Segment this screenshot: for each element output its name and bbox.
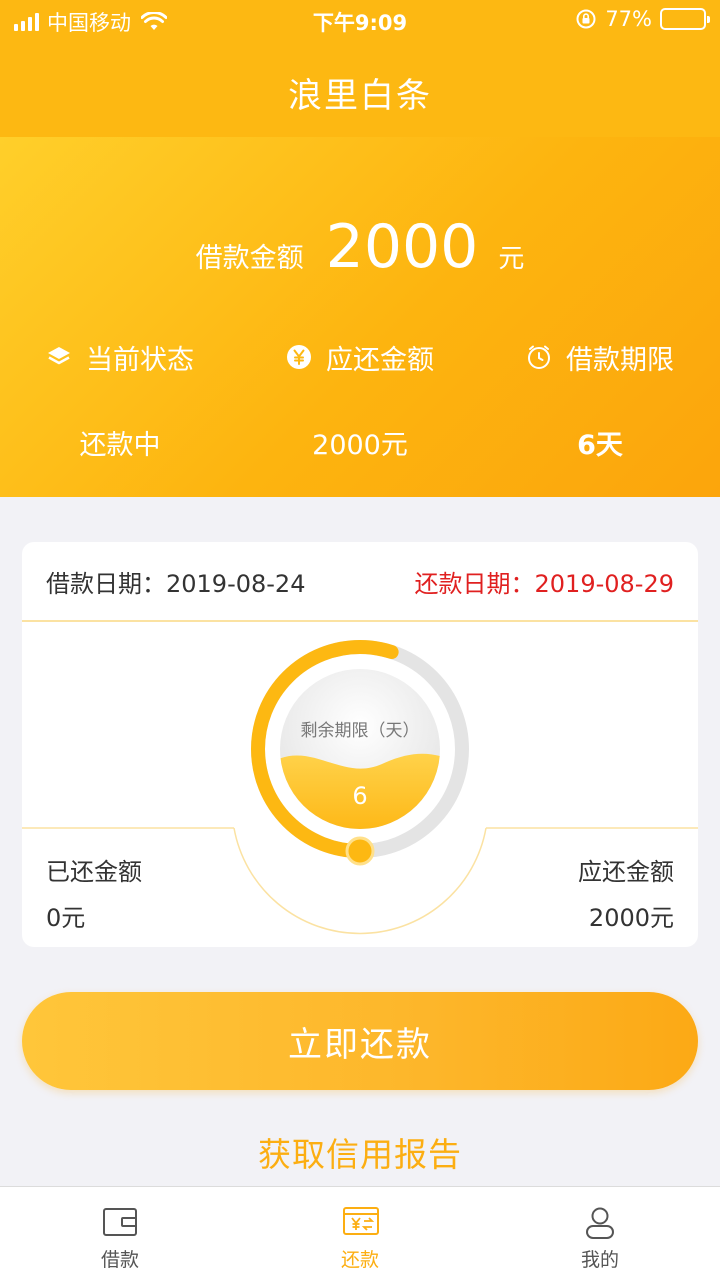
status-bar: 中国移动 下午9:09 77% — [0, 0, 720, 40]
repay-date: 还款日期：2019-08-29 — [414, 569, 674, 598]
loan-amount-unit: 元 — [498, 244, 525, 274]
paid-amount-value: 0元 — [46, 904, 86, 932]
stat-due-label: 应还金额 — [326, 344, 434, 376]
due-amount-label: 应还金额 — [578, 858, 674, 886]
stat-status: 当前状态 还款中 — [0, 337, 240, 462]
date-row: 借款日期：2019-08-24 还款日期：2019-08-29 — [22, 542, 698, 622]
repayment-card: 借款日期：2019-08-24 还款日期：2019-08-29 剩余期限（天） … — [22, 542, 698, 947]
repay-now-button[interactable]: 立即还款 — [22, 992, 698, 1090]
gauge-knob — [345, 836, 375, 866]
tab-borrow[interactable]: 借款 — [0, 1187, 240, 1280]
battery-icon — [660, 8, 710, 30]
borrow-date: 借款日期：2019-08-24 — [46, 569, 306, 598]
gauge-label: 剩余期限（天） — [301, 721, 420, 741]
clock-icon — [528, 345, 550, 369]
loan-stats: 当前状态 还款中 应还金额 2000元 借款期限 6天 — [0, 337, 720, 462]
orientation-lock-icon — [576, 9, 596, 29]
tab-repay-label: 还款 — [340, 1249, 379, 1271]
repay-bill-icon — [343, 1207, 379, 1235]
credit-report-link[interactable]: 获取信用报告 — [0, 1128, 720, 1176]
tab-repay[interactable]: 还款 — [240, 1187, 480, 1280]
status-right: 77% — [575, 7, 710, 31]
stat-term-label: 借款期限 — [566, 344, 674, 376]
wallet-icon — [103, 1208, 137, 1236]
page-title: 浪里白条 — [288, 76, 432, 116]
stat-due-amount: 应还金额 2000元 — [240, 337, 480, 462]
tab-mine-label: 我的 — [580, 1249, 619, 1271]
due-amount-value: 2000元 — [588, 904, 674, 932]
stat-due-value: 2000元 — [312, 430, 408, 461]
user-icon — [586, 1207, 614, 1239]
tab-bar: 借款 还款 我的 — [0, 1186, 720, 1280]
paid-amount-label: 已还金额 — [46, 858, 142, 886]
tab-mine[interactable]: 我的 — [480, 1187, 720, 1280]
loan-amount-row: 借款金额 2000 元 — [0, 212, 720, 282]
stat-term-value: 6天 — [577, 430, 623, 461]
battery-percent: 77% — [605, 7, 652, 31]
remaining-days: 6 — [352, 782, 367, 810]
stat-status-label: 当前状态 — [86, 344, 194, 376]
tab-borrow-label: 借款 — [100, 1249, 139, 1271]
nav-bar: 浪里白条 — [0, 40, 720, 137]
stat-status-value: 还款中 — [79, 430, 161, 461]
loan-amount-label: 借款金额 — [195, 243, 304, 274]
remaining-term-gauge: 剩余期限（天） 6 已还金额 0元 应还金额 2000元 — [22, 622, 698, 947]
stat-term: 借款期限 6天 — [480, 337, 720, 462]
layers-icon — [48, 347, 70, 365]
loan-summary: 借款金额 2000 元 当前状态 还款中 应还金额 2000元 借款期限 6天 — [0, 137, 720, 497]
loan-amount: 2000 — [325, 212, 479, 282]
yen-coin-icon — [287, 345, 311, 369]
